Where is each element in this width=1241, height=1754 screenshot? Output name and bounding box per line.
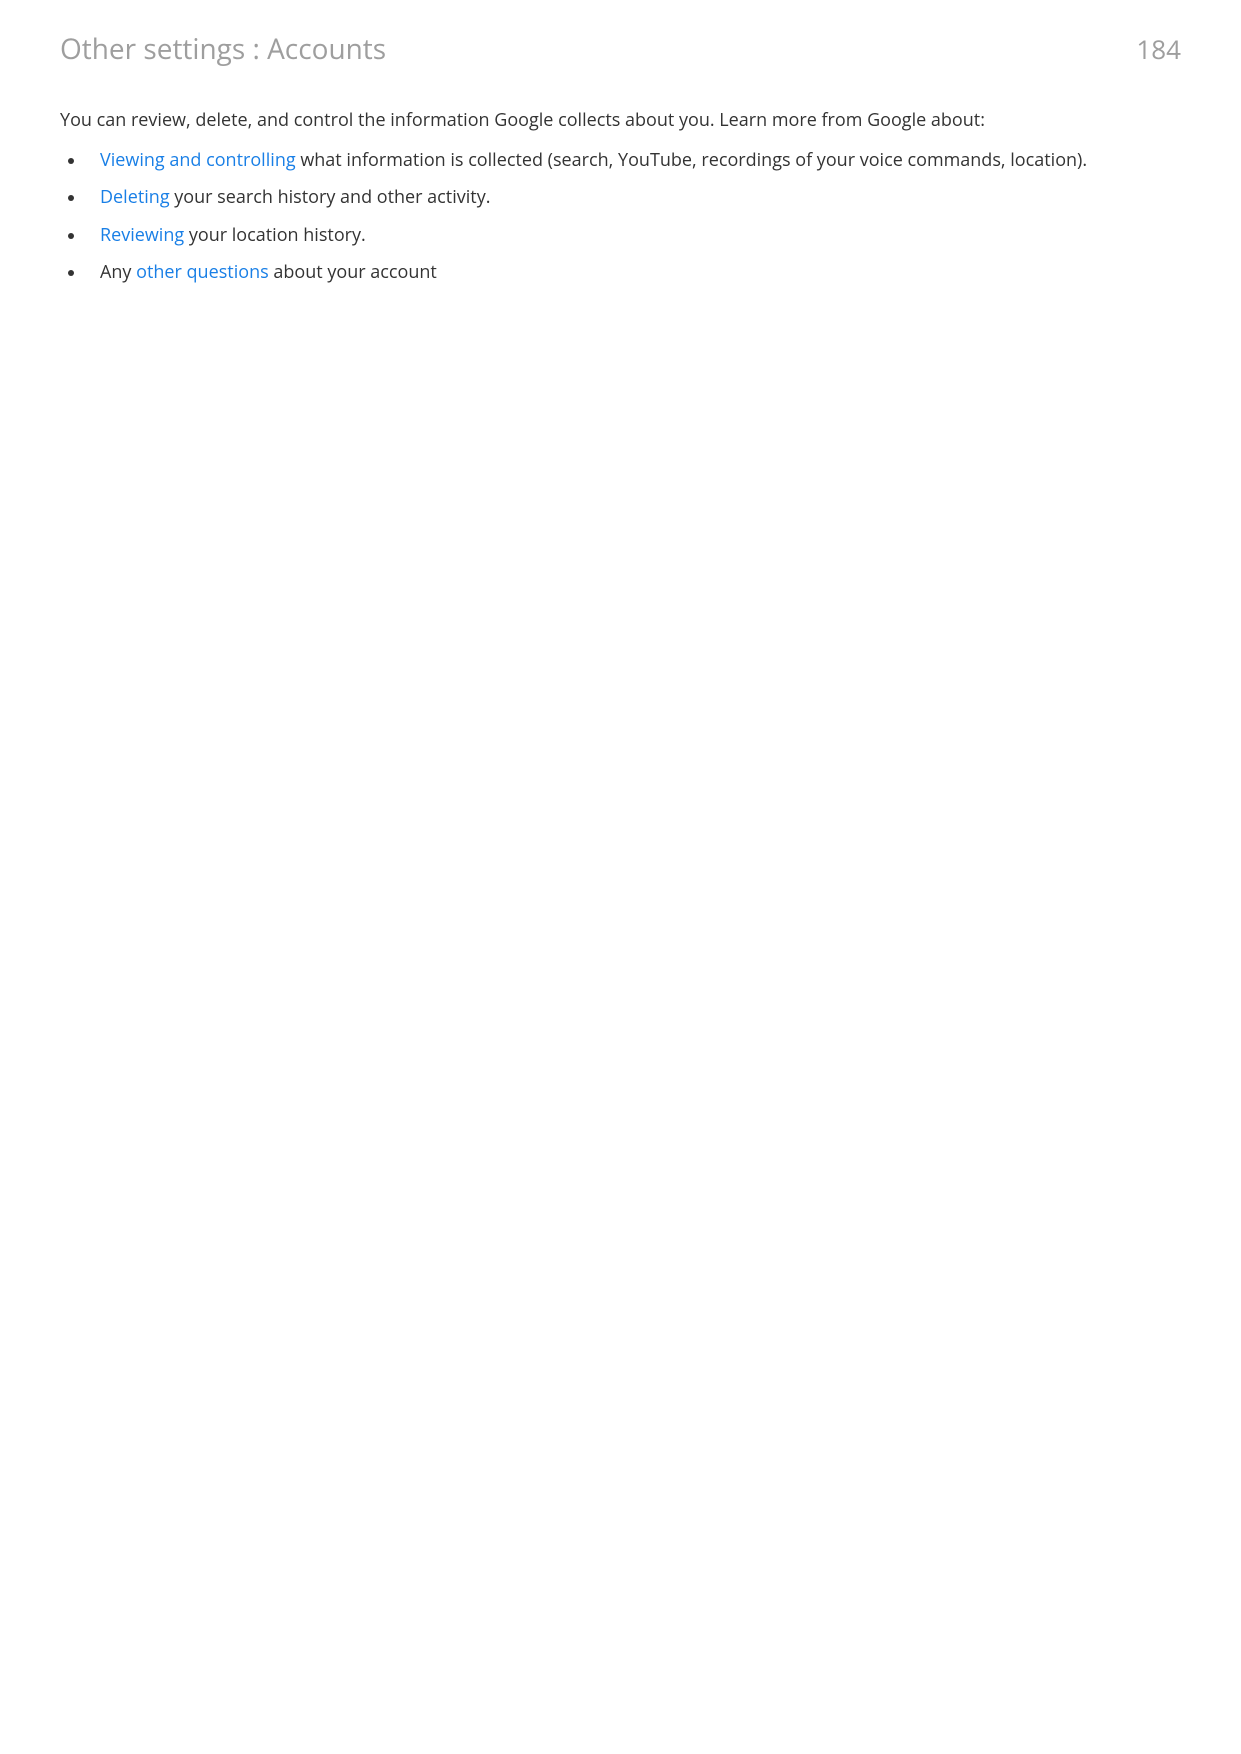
list-item-text: Viewing and controlling what information…	[100, 148, 1181, 173]
bullet-icon	[68, 233, 74, 239]
bullet-icon	[68, 158, 74, 164]
list-item-text: Any other questions about your account	[100, 260, 1181, 285]
text-fragment: what information is collected (search, Y…	[296, 148, 1087, 172]
link-deleting[interactable]: Deleting	[100, 185, 170, 209]
link-other-questions[interactable]: other questions	[136, 260, 269, 284]
bullet-icon	[68, 270, 74, 276]
text-fragment: your search history and other activity.	[170, 185, 491, 209]
list-item: Any other questions about your account	[60, 260, 1181, 285]
text-fragment: Any	[100, 260, 136, 284]
list-item: Reviewing your location history.	[60, 223, 1181, 248]
text-fragment: your location history.	[184, 223, 366, 247]
list-item: Deleting your search history and other a…	[60, 185, 1181, 210]
page-number: 184	[1136, 31, 1181, 67]
link-viewing-controlling[interactable]: Viewing and controlling	[100, 148, 296, 172]
bullet-icon	[68, 195, 74, 201]
list-item-text: Reviewing your location history.	[100, 223, 1181, 248]
page-header: Other settings : Accounts 184	[60, 30, 1181, 68]
text-fragment: about your account	[269, 260, 437, 284]
list-item-text: Deleting your search history and other a…	[100, 185, 1181, 210]
bullet-list: Viewing and controlling what information…	[60, 148, 1181, 285]
page-title: Other settings : Accounts	[60, 30, 386, 68]
list-item: Viewing and controlling what information…	[60, 148, 1181, 173]
link-reviewing[interactable]: Reviewing	[100, 223, 184, 247]
intro-paragraph: You can review, delete, and control the …	[60, 108, 1181, 132]
